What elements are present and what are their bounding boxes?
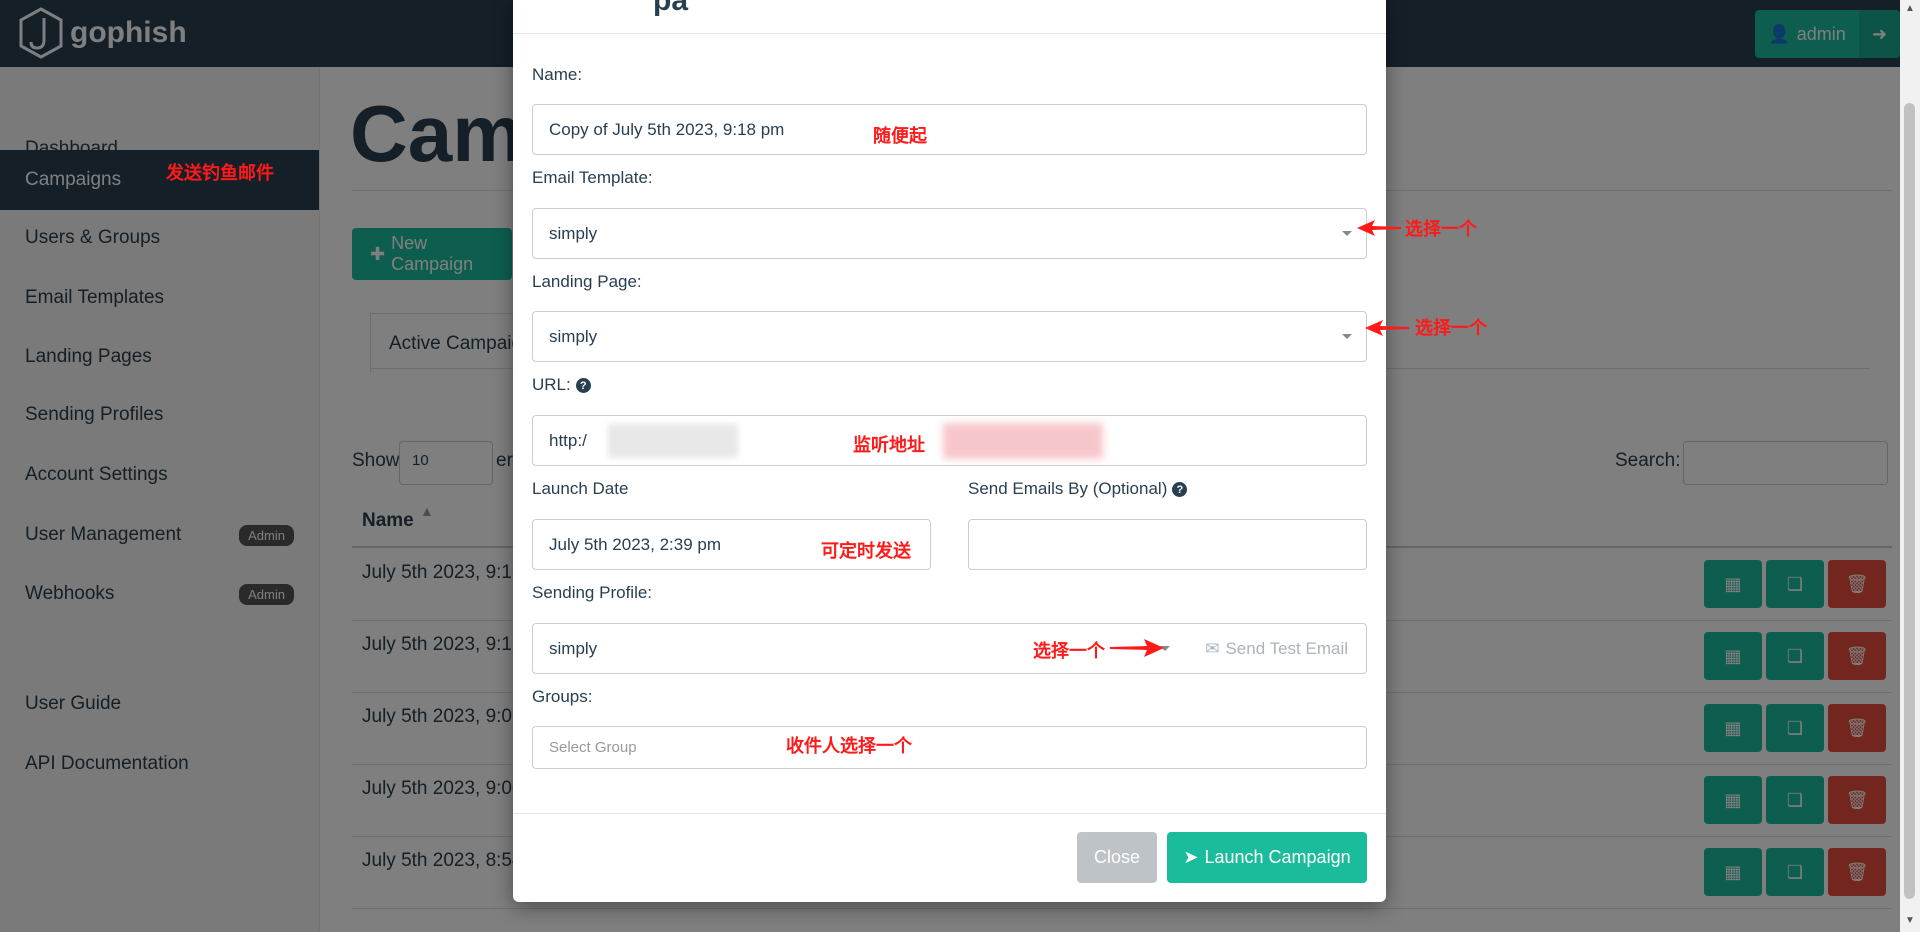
close-button[interactable]: Close: [1077, 832, 1157, 883]
launch-date-value: July 5th 2023, 2:39 pm: [549, 534, 722, 554]
url-label: URL:?: [532, 375, 591, 395]
landing-page-select[interactable]: simply: [532, 311, 1367, 362]
arrow-left-icon: [1357, 220, 1401, 236]
scrollbar[interactable]: ▲ ▼: [1900, 0, 1920, 932]
annotation-url: 监听地址: [853, 435, 925, 455]
rocket-icon: ➤: [1183, 847, 1199, 867]
launch-date-label: Launch Date: [532, 479, 629, 498]
redacted-region: [943, 423, 1103, 459]
url-label-text: URL:: [532, 375, 571, 394]
groups-label: Groups:: [532, 687, 593, 706]
annotation-template: 选择一个: [1405, 219, 1477, 239]
send-test-email-button[interactable]: ✉ Send Test Email: [1205, 624, 1348, 673]
send-test-label: Send Test Email: [1225, 638, 1348, 658]
annotation-groups: 收件人选择一个: [786, 736, 912, 756]
groups-input[interactable]: Select Group 收件人选择一个: [532, 726, 1367, 769]
arrow-left-icon: [1365, 320, 1409, 336]
sending-profile-select[interactable]: simply 选择一个 ✉ Send Test Email: [532, 623, 1367, 674]
annotation-launch: 可定时发送: [821, 541, 911, 561]
launch-campaign-label: Launch Campaign: [1204, 847, 1351, 867]
annotation-profile: 选择一个: [1033, 641, 1105, 661]
email-template-label: Email Template:: [532, 168, 653, 187]
url-value: http:/: [549, 430, 587, 450]
scroll-up-icon[interactable]: ▲: [1905, 3, 1915, 14]
scroll-thumb[interactable]: [1904, 103, 1915, 899]
groups-placeholder: Select Group: [549, 739, 637, 756]
email-template-value: simply: [549, 223, 598, 243]
arrow-right-icon: [1110, 639, 1164, 657]
send-by-label: Send Emails By (Optional)?: [968, 479, 1188, 499]
envelope-icon: ✉: [1205, 638, 1220, 658]
launch-date-input[interactable]: July 5th 2023, 2:39 pm 可定时发送: [532, 519, 931, 570]
chevron-down-icon: [1342, 231, 1352, 236]
url-input[interactable]: http:/ 监听地址: [532, 415, 1367, 466]
landing-page-label: Landing Page:: [532, 272, 642, 291]
help-icon[interactable]: ?: [1172, 482, 1188, 498]
redacted-region: [608, 424, 738, 458]
name-label: Name:: [532, 65, 583, 84]
annotation-landing: 选择一个: [1415, 318, 1487, 338]
divider: [513, 813, 1386, 814]
divider: [513, 33, 1386, 34]
help-icon[interactable]: ?: [575, 378, 591, 394]
send-by-label-text: Send Emails By (Optional): [968, 479, 1168, 498]
scroll-down-icon[interactable]: ▼: [1905, 915, 1915, 926]
landing-page-value: simply: [549, 326, 598, 346]
send-by-input[interactable]: [968, 519, 1367, 570]
name-value: Copy of July 5th 2023, 9:18 pm: [549, 119, 785, 139]
email-template-select[interactable]: simply: [532, 208, 1367, 259]
chevron-down-icon: [1342, 334, 1352, 339]
modal-title-fragment: pa: [653, 0, 689, 17]
name-input[interactable]: Copy of July 5th 2023, 9:18 pm 随便起: [532, 104, 1367, 155]
sending-profile-label: Sending Profile:: [532, 583, 653, 602]
launch-campaign-button[interactable]: ➤ Launch Campaign: [1167, 832, 1367, 883]
annotation-campaigns: 发送钓鱼邮件: [166, 163, 274, 183]
sending-profile-value: simply: [549, 638, 598, 658]
new-campaign-modal: pa Name: Copy of July 5th 2023, 9:18 pm …: [513, 0, 1386, 902]
annotation-name: 随便起: [873, 126, 927, 146]
